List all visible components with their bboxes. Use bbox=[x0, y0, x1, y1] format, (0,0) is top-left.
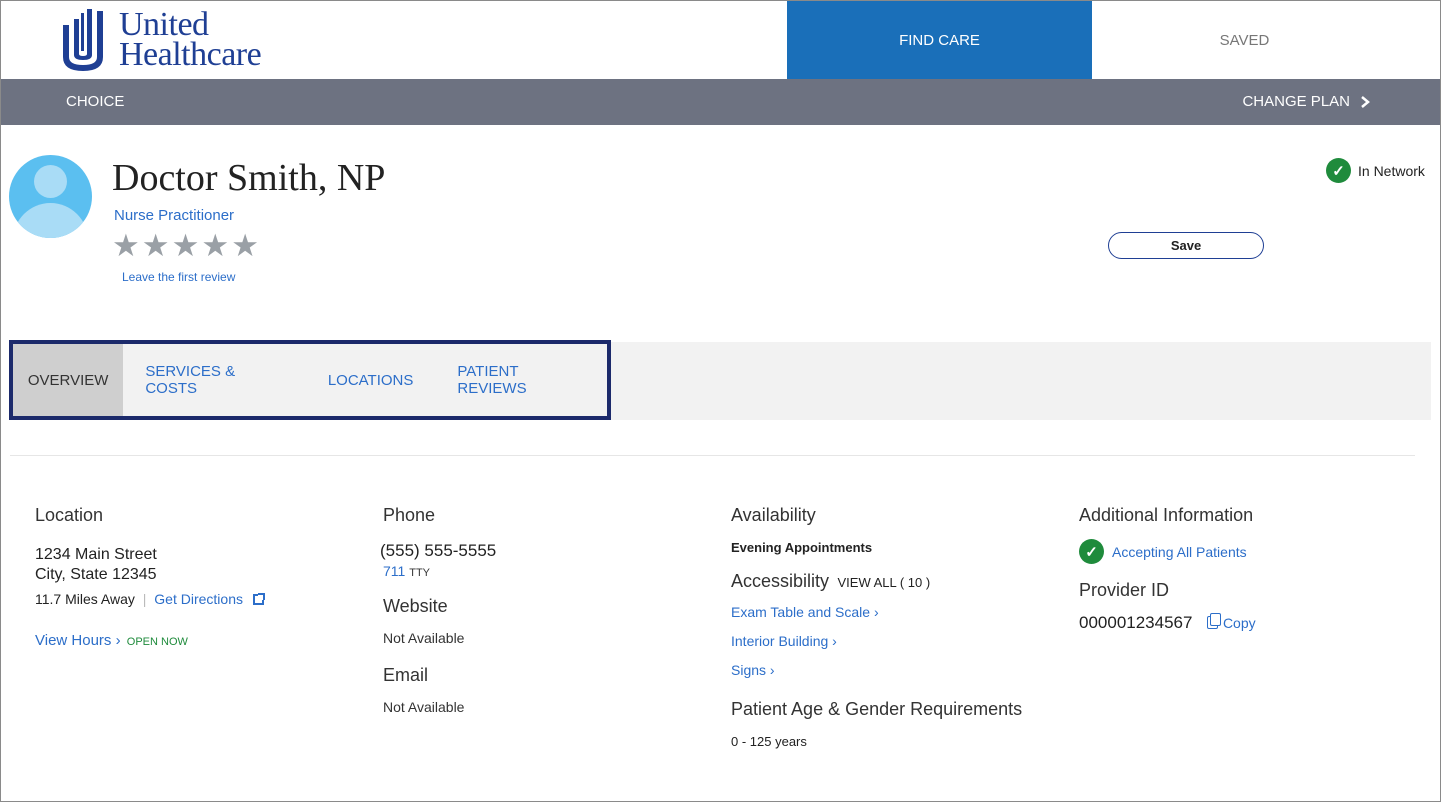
separator: | bbox=[142, 591, 147, 607]
view-hours-link[interactable]: View Hours bbox=[35, 632, 111, 649]
check-icon: ✓ bbox=[1326, 158, 1351, 183]
accepting-patients-link[interactable]: Accepting All Patients bbox=[1112, 544, 1247, 560]
star-icon: ★ bbox=[231, 228, 259, 263]
email-heading: Email bbox=[383, 665, 429, 685]
leave-review-link[interactable]: Leave the first review bbox=[122, 270, 235, 284]
chevron-right-icon bbox=[1361, 95, 1370, 108]
provider-id-value: 000001234567 bbox=[1079, 613, 1193, 632]
change-plan-link[interactable]: CHANGE PLAN bbox=[1242, 93, 1370, 110]
get-directions-link[interactable]: Get Directions bbox=[154, 591, 243, 607]
contact-section: Phone (555) 555-5555 711 TTY Website Not… bbox=[380, 505, 496, 715]
nav-find-care[interactable]: FIND CARE bbox=[787, 1, 1092, 79]
provider-name: Doctor Smith, NP bbox=[112, 157, 386, 199]
tab-services-costs[interactable]: SERVICES & COSTS bbox=[123, 344, 305, 416]
provider-specialty[interactable]: Nurse Practitioner bbox=[114, 207, 234, 224]
provider-id-heading: Provider ID bbox=[1079, 580, 1170, 600]
network-status-label: In Network bbox=[1358, 162, 1425, 179]
location-heading: Location bbox=[35, 505, 104, 525]
website-heading: Website bbox=[383, 596, 448, 616]
plan-name: CHOICE bbox=[66, 93, 125, 110]
distance-row: 11.7 Miles Away | Get Directions bbox=[35, 591, 265, 607]
uhc-logo-mark-icon bbox=[63, 9, 103, 71]
view-all-accessibility-link[interactable]: VIEW ALL ( 10 ) bbox=[837, 575, 930, 590]
avatar-body-shape bbox=[13, 203, 88, 238]
availability-heading: Availability bbox=[731, 505, 816, 525]
logo-line2: Healthcare bbox=[119, 36, 262, 73]
additional-info-heading: Additional Information bbox=[1079, 505, 1254, 525]
accessibility-item-label: Signs bbox=[731, 662, 767, 678]
accessibility-header: Accessibility VIEW ALL ( 10 ) bbox=[731, 571, 1022, 592]
change-plan-label: CHANGE PLAN bbox=[1242, 93, 1350, 110]
availability-value: Evening Appointments bbox=[731, 540, 873, 555]
check-icon: ✓ bbox=[1079, 539, 1104, 564]
top-header: United Healthcare FIND CARE SAVED bbox=[1, 1, 1440, 79]
save-button[interactable]: Save bbox=[1108, 232, 1264, 259]
star-icon: ★ bbox=[112, 228, 140, 263]
accessibility-item[interactable]: Signs › bbox=[731, 662, 1022, 678]
tab-list: OVERVIEW SERVICES & COSTS LOCATIONS PATI… bbox=[9, 340, 611, 420]
star-icon: ★ bbox=[201, 228, 230, 263]
age-gender-heading: Patient Age & Gender Requirements bbox=[731, 699, 1023, 719]
phone-number[interactable]: (555) 555-5555 bbox=[380, 541, 496, 561]
tty-number[interactable]: 711 bbox=[383, 563, 405, 579]
avatar-head-shape bbox=[34, 165, 67, 198]
copy-link[interactable]: Copy bbox=[1223, 615, 1256, 631]
tab-patient-reviews[interactable]: PATIENT REVIEWS bbox=[435, 344, 607, 416]
age-gender-value: 0 - 125 years bbox=[731, 734, 807, 749]
accessibility-item-label: Interior Building bbox=[731, 633, 829, 649]
phone-heading: Phone bbox=[383, 505, 436, 525]
network-status: ✓ In Network bbox=[1326, 158, 1425, 183]
plan-bar: CHOICE CHANGE PLAN bbox=[1, 79, 1440, 125]
tty-label: TTY bbox=[409, 567, 430, 579]
accepting-patients-row: ✓ Accepting All Patients bbox=[1079, 539, 1256, 564]
star-icon: ★ bbox=[171, 228, 200, 263]
chevron-right-icon: › bbox=[832, 633, 837, 649]
chevron-right-icon: › bbox=[115, 632, 121, 649]
avatar bbox=[9, 155, 92, 238]
star-icon: ★ bbox=[141, 228, 170, 263]
chevron-right-icon: › bbox=[769, 662, 775, 678]
view-hours-row: View Hours › OPEN NOW bbox=[35, 632, 264, 649]
accessibility-item[interactable]: Exam Table and Scale › bbox=[731, 604, 1022, 620]
location-section: Location 1234 Main Street City, State 12… bbox=[35, 505, 265, 649]
availability-section: Availability Evening Appointments Access… bbox=[731, 505, 1022, 749]
website-value: Not Available bbox=[383, 630, 465, 646]
additional-info-section: Additional Information ✓ Accepting All P… bbox=[1079, 505, 1256, 633]
chevron-right-icon: › bbox=[873, 604, 879, 620]
external-link-icon[interactable] bbox=[252, 593, 265, 605]
accessibility-item[interactable]: Interior Building › bbox=[731, 633, 1022, 649]
address-line-2: City, State 12345 bbox=[35, 566, 157, 583]
rating-stars: ★ ★ ★ ★ ★ bbox=[112, 228, 259, 264]
tab-locations[interactable]: LOCATIONS bbox=[306, 344, 436, 416]
tty-row: 711 TTY bbox=[383, 563, 496, 579]
tab-overview[interactable]: OVERVIEW bbox=[13, 344, 124, 416]
uhc-logo[interactable]: United Healthcare bbox=[61, 7, 262, 73]
nav-saved[interactable]: SAVED bbox=[1092, 1, 1397, 79]
provider-id-row: 000001234567 Copy bbox=[1079, 613, 1256, 633]
email-value: Not Available bbox=[383, 699, 465, 715]
accessibility-item-label: Exam Table and Scale bbox=[731, 604, 871, 620]
accessibility-heading: Accessibility bbox=[731, 571, 830, 591]
address-line-1: 1234 Main Street bbox=[35, 546, 157, 563]
copy-icon[interactable] bbox=[1207, 613, 1222, 629]
distance-text: 11.7 Miles Away bbox=[35, 591, 135, 607]
section-divider bbox=[10, 455, 1415, 456]
open-now-badge: OPEN NOW bbox=[126, 636, 188, 648]
logo-wordmark: United Healthcare bbox=[119, 8, 262, 73]
